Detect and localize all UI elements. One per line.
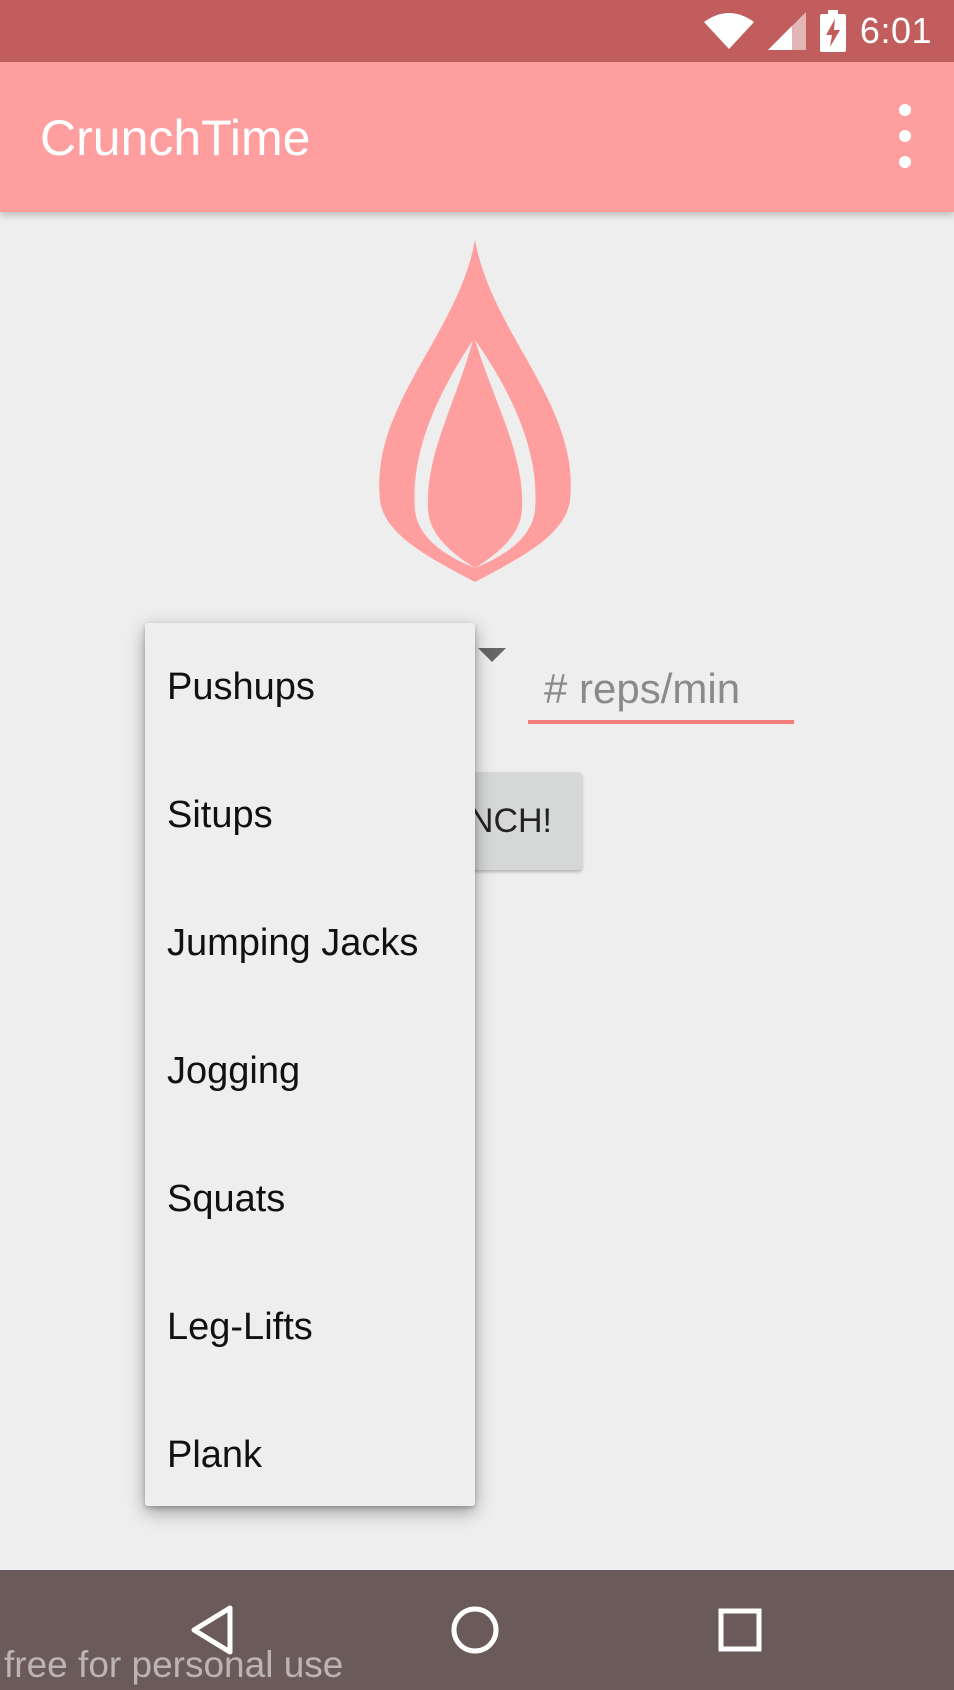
recents-icon[interactable] xyxy=(710,1600,770,1660)
menu-dot xyxy=(899,130,911,142)
flame-logo xyxy=(379,240,571,582)
spinner-arrow-icon[interactable] xyxy=(478,648,506,662)
watermark-text: free for personal use xyxy=(4,1644,344,1685)
dropdown-item-squats[interactable]: Squats xyxy=(145,1135,475,1263)
exercise-dropdown: Pushups Situps Jumping Jacks Jogging Squ… xyxy=(145,623,475,1506)
overflow-menu-icon[interactable] xyxy=(890,104,920,168)
dropdown-item-jumping-jacks[interactable]: Jumping Jacks xyxy=(145,879,475,1007)
signal-icon xyxy=(767,12,806,50)
menu-dot xyxy=(899,104,911,116)
status-time: 6:01 xyxy=(859,10,932,51)
status-icons: 6:01 xyxy=(703,0,932,62)
wifi-icon xyxy=(703,13,754,49)
menu-dot xyxy=(899,156,911,168)
app-bar: CrunchTime xyxy=(0,62,954,212)
dropdown-item-plank[interactable]: Plank xyxy=(145,1391,475,1519)
app-title: CrunchTime xyxy=(40,110,311,166)
status-bar: 6:01 xyxy=(0,0,954,62)
dropdown-item-situps[interactable]: Situps xyxy=(145,751,475,879)
dropdown-item-leg-lifts[interactable]: Leg-Lifts xyxy=(145,1263,475,1391)
dropdown-item-pushups[interactable]: Pushups xyxy=(145,623,475,751)
reps-per-min-input[interactable] xyxy=(528,658,794,724)
home-icon[interactable] xyxy=(445,1600,505,1660)
dropdown-item-jogging[interactable]: Jogging xyxy=(145,1007,475,1135)
battery-charging-icon xyxy=(819,10,846,52)
